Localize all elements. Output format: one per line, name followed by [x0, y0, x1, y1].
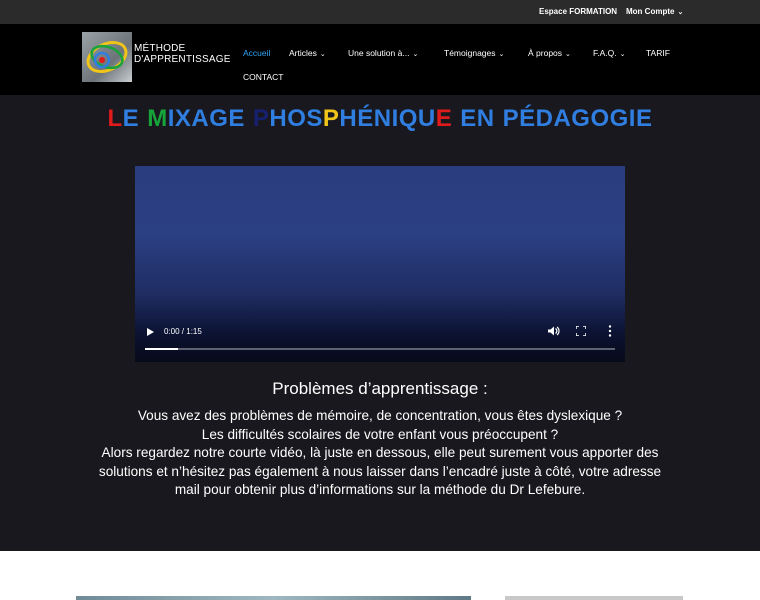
nav-item-label: TARIF [646, 48, 670, 58]
mon-compte-menu[interactable]: Mon Compte ⌄ [626, 7, 683, 16]
fullscreen-icon[interactable] [576, 326, 586, 336]
paragraph-line: Vous avez des problèmes de mémoire, de c… [137, 408, 623, 423]
mon-compte-label: Mon Compte [626, 7, 675, 16]
title-word-le: LE [107, 105, 140, 132]
espace-formation-label: Espace FORMATION [539, 7, 618, 16]
chevron-down-icon: ⌄ [412, 51, 419, 58]
more-vertical-icon[interactable] [608, 325, 612, 337]
nav-item-label: Témoignages [444, 48, 496, 58]
nav-item-label: Accueil [243, 48, 271, 58]
chevron-down-icon: ⌄ [319, 51, 326, 58]
nav-item-faq[interactable]: F.A.Q. ⌄ [593, 48, 626, 58]
video-progress-fill [145, 348, 178, 350]
hero-subtitle: Problèmes d’apprentissage : [272, 379, 488, 398]
content-image-left [76, 596, 471, 600]
title-word-mixage: MIXAGE [147, 105, 245, 132]
logo-text[interactable]: MÉTHODE D'APPRENTISSAGE [134, 43, 231, 65]
nav-item-articles[interactable]: Articles ⌄ [289, 48, 326, 58]
logo-image[interactable] [82, 32, 132, 82]
nav-item-contact[interactable]: CONTACT [243, 72, 283, 82]
video-player[interactable]: 0:00 / 1:15 [135, 166, 625, 362]
paragraph-line: solutions et n’hésitez pas également à n… [98, 463, 662, 479]
nav-item-label: F.A.Q. [593, 48, 617, 58]
paragraph-line: mail pour obtenir plus d’informations su… [174, 482, 586, 497]
hero-paragraph: Vous avez des problèmes de mémoire, de c… [70, 407, 690, 500]
nav-item-label: CONTACT [243, 72, 284, 82]
title-word-pedagogie: PÉDAGOGIE [502, 105, 653, 132]
nav-item-une-solution[interactable]: Une solution à... ⌄ [348, 48, 418, 58]
nav-item-label: Une solution à... [348, 48, 410, 58]
top-bar: Espace FORMATION Mon Compte ⌄ [0, 0, 760, 24]
video-time: 0:00 / 1:15 [164, 327, 202, 336]
video-progress-track[interactable] [145, 348, 615, 350]
content-image-right [505, 596, 683, 600]
hero-title: LE MIXAGE PHOSPHÉNIQUE EN PÉDAGOGIE [0, 105, 760, 133]
chevron-down-icon: ⌄ [565, 51, 571, 58]
paragraph-line: Les difficultés scolaires de votre enfan… [201, 426, 559, 442]
paragraph-line: Alors regardez notre courte vidéo, là ju… [101, 445, 659, 460]
title-word-en: EN [460, 105, 495, 132]
nav-item-temoignages[interactable]: Témoignages ⌄ [444, 48, 504, 58]
logo-line-1: MÉTHODE [134, 43, 186, 54]
nav-item-label: À propos [528, 48, 563, 58]
hero-section: LE MIXAGE PHOSPHÉNIQUE EN PÉDAGOGIE 0:00 / 1… [0, 95, 760, 551]
chevron-down-icon: ⌄ [677, 9, 684, 16]
title-word-phosphenique: PHOSPHÉNIQUE [252, 105, 453, 132]
espace-formation-link[interactable]: Espace FORMATION [539, 7, 617, 16]
play-icon[interactable] [147, 328, 154, 336]
chevron-down-icon: ⌄ [619, 51, 626, 58]
nav-item-label: Articles [289, 48, 317, 58]
nav-item-tarif[interactable]: TARIF [646, 48, 670, 58]
volume-icon[interactable] [548, 326, 560, 336]
site-header: MÉTHODE D'APPRENTISSAGE Accueil Articles… [0, 24, 760, 95]
nav-item-accueil[interactable]: Accueil [243, 48, 270, 58]
logo-line-2: D'APPRENTISSAGE [134, 54, 231, 65]
logo-graphic [86, 40, 128, 74]
chevron-down-icon: ⌄ [498, 51, 505, 58]
nav-item-a-propos[interactable]: À propos ⌄ [528, 48, 571, 58]
